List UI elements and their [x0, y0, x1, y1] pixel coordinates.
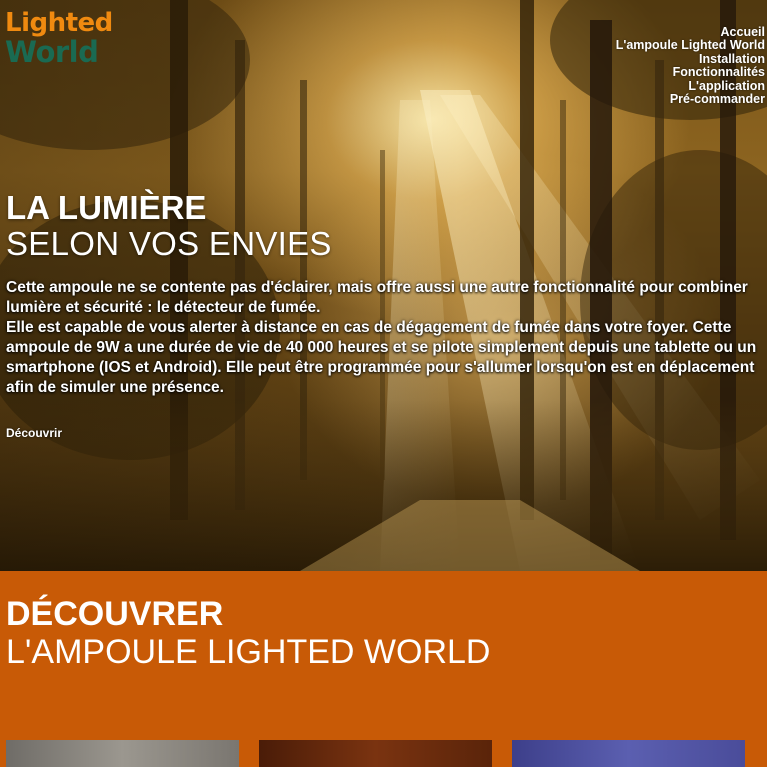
hero-paragraph-1: Cette ampoule ne se contente pas d'éclai… [6, 279, 748, 316]
hero-description: Cette ampoule ne se contente pas d'éclai… [6, 278, 766, 398]
discover-title-light: L'AMPOULE LIGHTED WORLD [6, 633, 491, 671]
discover-section: DÉCOUVRER L'AMPOULE LIGHTED WORLD [0, 571, 767, 767]
logo-line-1: Lighted [5, 8, 113, 38]
discover-title: DÉCOUVRER L'AMPOULE LIGHTED WORLD [6, 595, 490, 671]
hero-section: Lighted World Accueil L'ampoule Lighted … [0, 0, 767, 571]
nav-item-fonctionnalites[interactable]: Fonctionnalités [616, 65, 765, 79]
hero-title: LA LUMIÈRE SELON VOS ENVIES [6, 190, 332, 262]
product-image-card[interactable] [512, 740, 745, 767]
hero-paragraph-2: Elle est capable de vous alerter à dista… [6, 319, 757, 396]
nav-item-precommander[interactable]: Pré-commander [616, 92, 765, 106]
hero-title-light: SELON VOS ENVIES [6, 225, 332, 262]
hero-title-bold: LA LUMIÈRE [6, 189, 207, 226]
discover-title-bold: DÉCOUVRER [6, 595, 224, 633]
logo-line-2: World [5, 35, 99, 70]
discover-link[interactable]: Découvrir [6, 426, 62, 440]
product-image-card[interactable] [6, 740, 239, 767]
nav-item-ampoule[interactable]: L'ampoule Lighted World [616, 38, 765, 52]
product-image-card[interactable] [259, 740, 492, 767]
main-nav: Accueil L'ampoule Lighted World Installa… [616, 25, 765, 106]
logo[interactable]: Lighted World [5, 8, 113, 70]
page: Lighted World Accueil L'ampoule Lighted … [0, 0, 767, 767]
